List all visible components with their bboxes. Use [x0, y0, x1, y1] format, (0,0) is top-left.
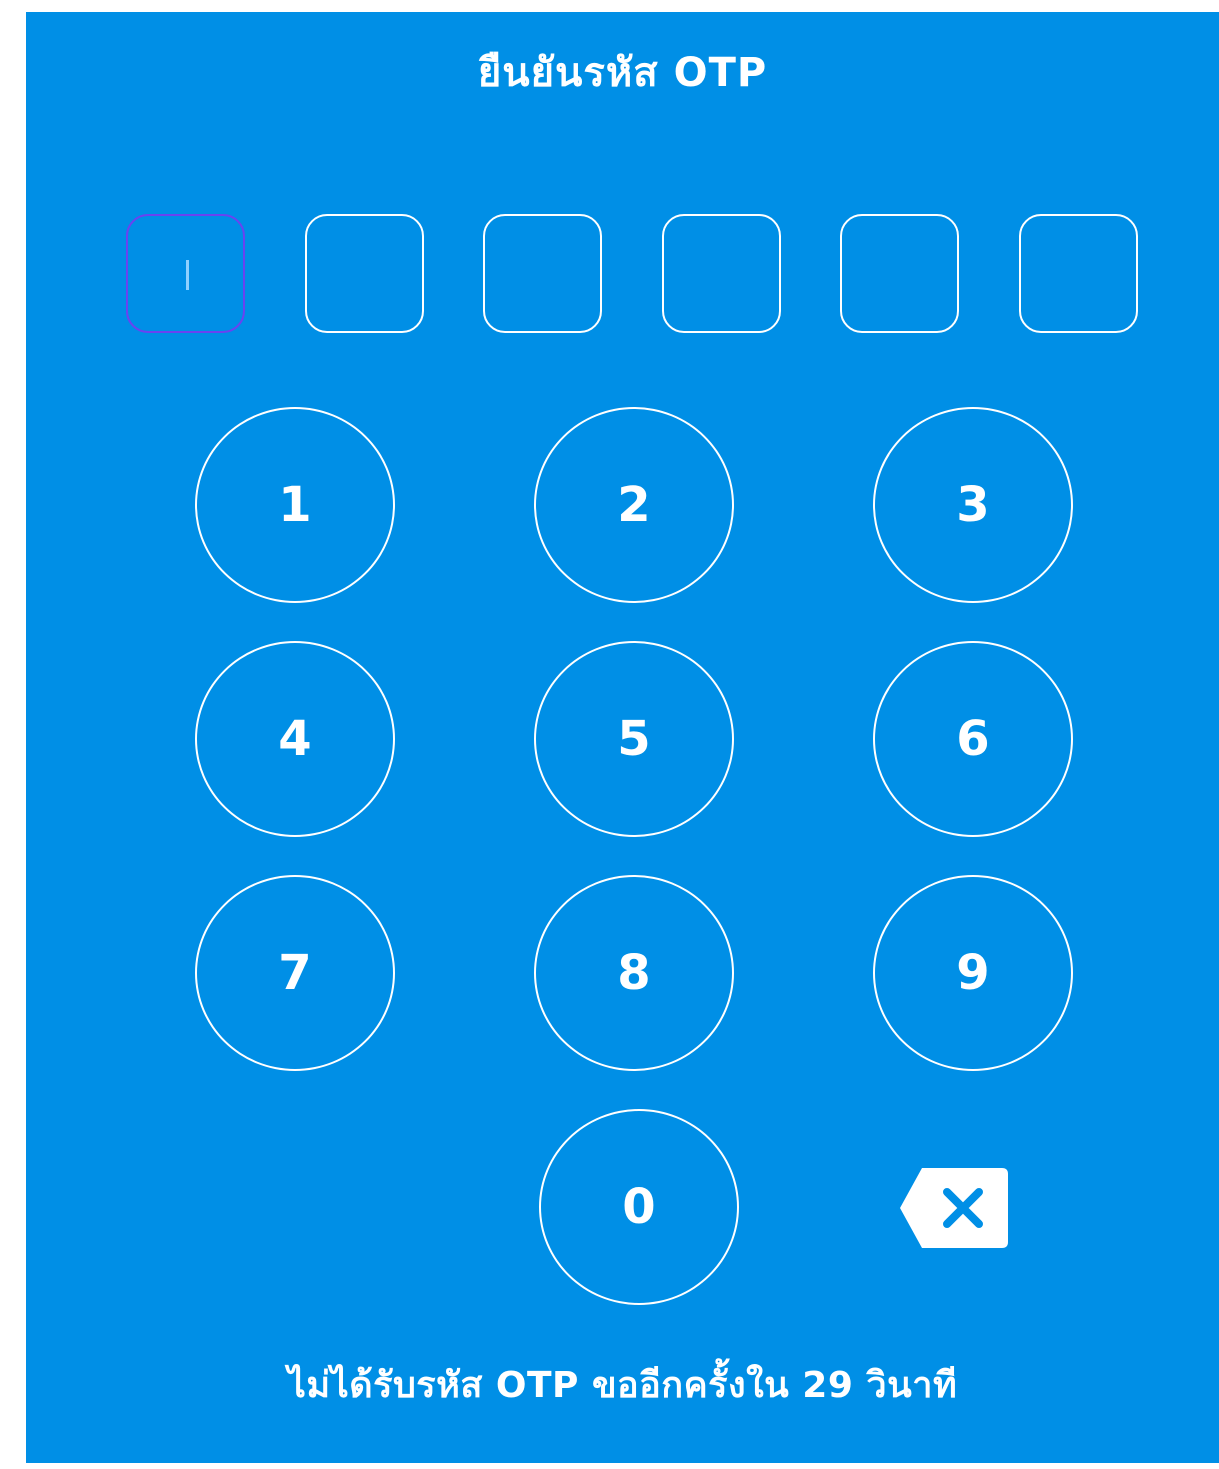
- otp-digit-2[interactable]: [305, 214, 424, 333]
- key-6-button[interactable]: 6: [873, 641, 1073, 837]
- key-5-button[interactable]: 5: [534, 641, 734, 837]
- otp-screen: ยืนยันรหัส OTP 1 2 3 4 5 6 7 8 9 0 ไม่ได…: [26, 12, 1219, 1463]
- text-caret: [186, 260, 189, 290]
- key-8-button[interactable]: 8: [534, 875, 734, 1071]
- resend-otp-text: ไม่ได้รับรหัส OTP ขออีกครั้งใน 29 วินาที: [287, 1365, 958, 1406]
- key-9-button[interactable]: 9: [873, 875, 1073, 1071]
- otp-digit-4[interactable]: [662, 214, 781, 333]
- key-3-button[interactable]: 3: [873, 407, 1073, 603]
- key-0-button[interactable]: 0: [539, 1109, 739, 1305]
- key-4-button[interactable]: 4: [195, 641, 395, 837]
- key-7-button[interactable]: 7: [195, 875, 395, 1071]
- otp-digit-6[interactable]: [1019, 214, 1138, 333]
- otp-digit-5[interactable]: [840, 214, 959, 333]
- page-title: ยืนยันรหัส OTP: [477, 50, 768, 96]
- key-2-button[interactable]: 2: [534, 407, 734, 603]
- backspace-button[interactable]: [898, 1166, 1010, 1250]
- otp-digit-3[interactable]: [483, 214, 602, 333]
- otp-digit-1[interactable]: [126, 214, 245, 333]
- backspace-icon: [900, 1168, 1008, 1248]
- key-1-button[interactable]: 1: [195, 407, 395, 603]
